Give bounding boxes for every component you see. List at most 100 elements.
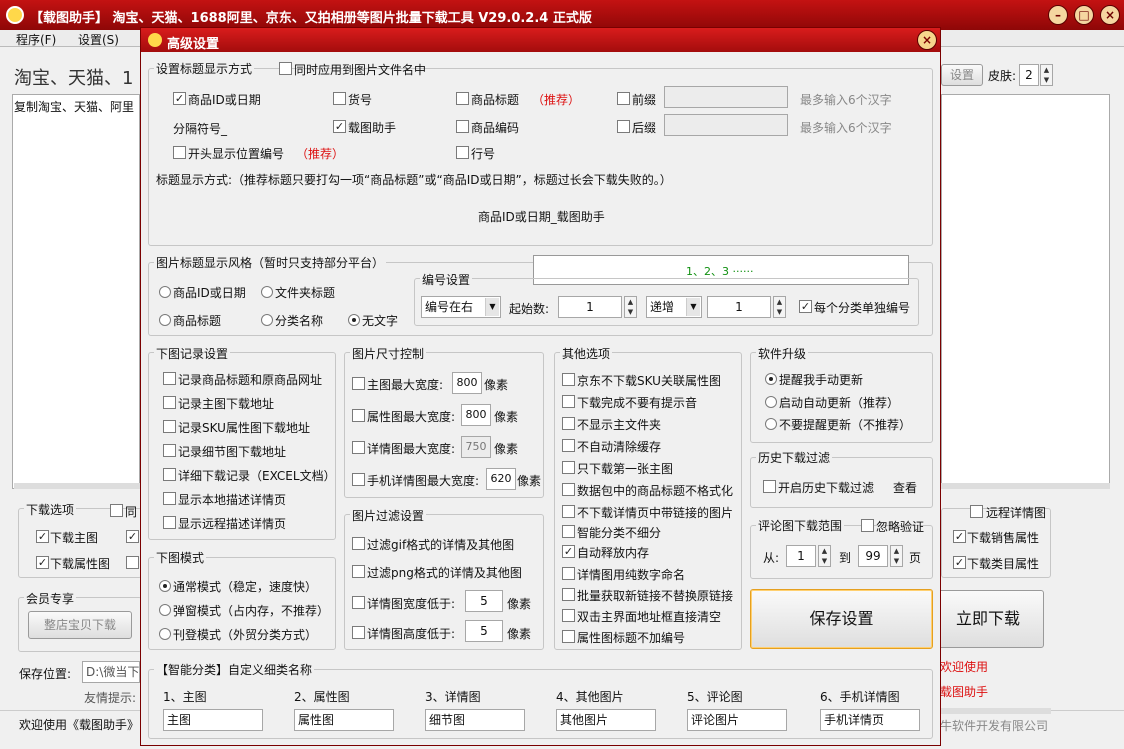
other-5-checkbox[interactable] [562, 461, 575, 474]
ignore-verify-checkbox[interactable] [861, 519, 874, 532]
start-input[interactable]: 1 [558, 296, 622, 318]
order-select[interactable]: 递增 ▼ [646, 296, 702, 318]
shop-download-button[interactable]: 整店宝贝下载 [28, 611, 132, 639]
goods-code-checkbox[interactable] [456, 120, 469, 133]
smart-3-input[interactable]: 细节图 [425, 709, 525, 731]
smart-4-input[interactable]: 其他图片 [556, 709, 656, 731]
settings-button[interactable]: 设置 [941, 64, 983, 86]
smart-5-input[interactable]: 评论图片 [687, 709, 787, 731]
review-from-stepper[interactable]: ▲ ▼ [818, 545, 831, 567]
zaitu-checkbox[interactable]: ✓ [333, 120, 346, 133]
show-position-checkbox[interactable] [173, 146, 186, 159]
step-input[interactable]: 1 [707, 296, 771, 318]
review-to-input[interactable]: 99 [858, 545, 888, 567]
record-1-checkbox[interactable] [163, 372, 176, 385]
download-attr-checkbox[interactable]: ✓ [36, 556, 49, 569]
menu-settings[interactable]: 设置(S) [78, 31, 119, 48]
goods-id-checkbox[interactable]: ✓ [173, 92, 186, 105]
main-max-input[interactable]: 800 [452, 372, 482, 394]
review-to-stepper[interactable]: ▲ ▼ [890, 545, 903, 567]
download-now-button[interactable]: 立即下载 [932, 590, 1044, 648]
dl-sales-checkbox[interactable]: ✓ [953, 530, 966, 543]
other-4-checkbox[interactable] [562, 439, 575, 452]
suffix-checkbox[interactable] [617, 120, 630, 133]
other-8-checkbox[interactable] [562, 525, 575, 538]
other-12-checkbox[interactable] [562, 609, 575, 622]
main-max-checkbox[interactable] [352, 377, 365, 390]
detail-max-input[interactable]: 750 [461, 436, 491, 458]
width-low-input[interactable]: 5 [465, 590, 503, 612]
other-2-checkbox[interactable] [562, 395, 575, 408]
download-main-checkbox[interactable]: ✓ [36, 530, 49, 543]
suffix-input[interactable] [664, 114, 788, 136]
record-4-checkbox[interactable] [163, 444, 176, 457]
other-3-checkbox[interactable] [562, 417, 575, 430]
upgrade-remind-radio[interactable] [765, 373, 777, 385]
smart-6-input[interactable]: 手机详情页 [820, 709, 920, 731]
record-2-checkbox[interactable] [163, 396, 176, 409]
record-5-checkbox[interactable] [163, 468, 176, 481]
other-13-checkbox[interactable] [562, 630, 575, 643]
record-6-checkbox[interactable] [163, 492, 176, 505]
attr-max-input[interactable]: 800 [461, 404, 491, 426]
skin-input[interactable]: 2 [1019, 64, 1039, 86]
prefix-input[interactable] [664, 86, 788, 108]
remote-detail-checkbox[interactable] [970, 505, 983, 518]
start-stepper[interactable]: ▲ ▼ [624, 296, 637, 318]
step-stepper[interactable]: ▲ ▼ [773, 296, 786, 318]
left-scrollbar[interactable] [14, 483, 141, 489]
download-y-checkbox[interactable] [126, 556, 139, 569]
other-10-checkbox[interactable] [562, 567, 575, 580]
history-filter-checkbox[interactable] [763, 480, 776, 493]
radio-no-text[interactable] [348, 314, 360, 326]
detail-max-checkbox[interactable] [352, 441, 365, 454]
right-scrollbar[interactable] [941, 483, 1110, 489]
mode-popup-radio[interactable] [159, 604, 171, 616]
mode-publish-radio[interactable] [159, 628, 171, 640]
per-category-checkbox[interactable]: ✓ [799, 300, 812, 313]
filter-gif-checkbox[interactable] [352, 537, 365, 550]
row-number-checkbox[interactable] [456, 146, 469, 159]
goods-title-checkbox[interactable] [456, 92, 469, 105]
dialog-close-icon[interactable]: × [917, 30, 937, 50]
apply-filename-checkbox[interactable] [279, 62, 292, 75]
mode-normal-radio[interactable] [159, 580, 171, 592]
smart-1-input[interactable]: 主图 [163, 709, 263, 731]
filter-png-checkbox[interactable] [352, 565, 365, 578]
other-7-checkbox[interactable] [562, 505, 575, 518]
attr-max-checkbox[interactable] [352, 409, 365, 422]
mobile-max-checkbox[interactable] [352, 473, 365, 486]
huohao-checkbox[interactable] [333, 92, 346, 105]
smart-2-input[interactable]: 属性图 [294, 709, 394, 731]
prefix-checkbox[interactable] [617, 92, 630, 105]
other-11-checkbox[interactable] [562, 588, 575, 601]
width-low-checkbox[interactable] [352, 596, 365, 609]
height-low-checkbox[interactable] [352, 626, 365, 639]
record-3-checkbox[interactable] [163, 420, 176, 433]
upgrade-none-radio[interactable] [765, 418, 777, 430]
record-7-checkbox[interactable] [163, 516, 176, 529]
radio-category[interactable] [261, 314, 273, 326]
history-view-link[interactable]: 查看 [893, 479, 917, 496]
radio-folder-title[interactable] [261, 286, 273, 298]
mobile-max-input[interactable]: 620 [486, 468, 516, 490]
menu-program[interactable]: 程序(F) [16, 31, 56, 48]
close-icon[interactable]: × [1100, 5, 1120, 25]
radio-goods-title[interactable] [159, 314, 171, 326]
review-from-input[interactable]: 1 [786, 545, 816, 567]
save-settings-button[interactable]: 保存设置 [750, 589, 933, 649]
radio-goods-id[interactable] [159, 286, 171, 298]
same-checkbox[interactable] [110, 504, 123, 517]
minimize-icon[interactable]: – [1048, 5, 1068, 25]
number-position-select[interactable]: 编号在右 ▼ [421, 296, 501, 318]
url-textarea[interactable] [12, 94, 140, 489]
skin-stepper[interactable]: ▲ ▼ [1040, 64, 1053, 86]
other-6-checkbox[interactable] [562, 483, 575, 496]
dl-cat-checkbox[interactable]: ✓ [953, 556, 966, 569]
other-9-checkbox[interactable]: ✓ [562, 545, 575, 558]
save-path-input[interactable]: D:\微当下 [82, 661, 140, 683]
maximize-icon[interactable]: □ [1074, 5, 1094, 25]
upgrade-auto-radio[interactable] [765, 396, 777, 408]
other-1-checkbox[interactable] [562, 373, 575, 386]
download-x-checkbox[interactable]: ✓ [126, 530, 139, 543]
